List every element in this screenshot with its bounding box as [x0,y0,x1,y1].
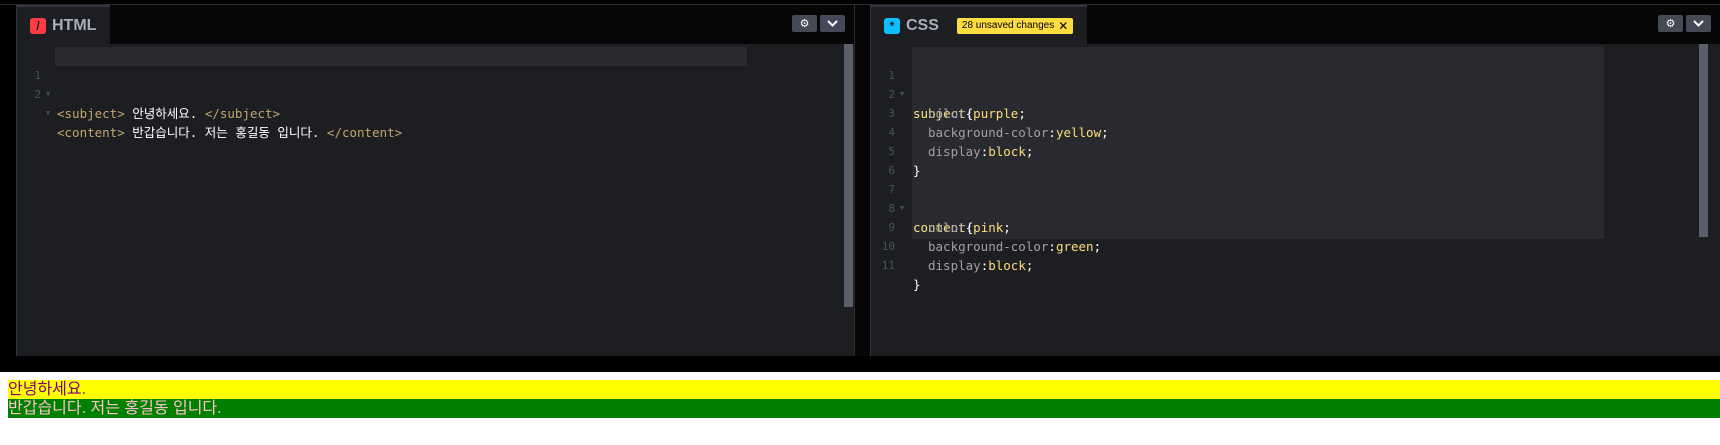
chevron-down-icon [1693,20,1704,27]
fold-arrow-icon[interactable]: ▼ [46,104,50,123]
close-tag: </subject> [204,106,281,121]
unsaved-changes-label: 28 unsaved changes [961,20,1055,31]
code-line: 6 [871,142,1720,177]
code-line: 5 } [871,123,1720,178]
code-line: 1 ▼ subject{ [871,47,1720,121]
code-line: 1 ▼ <subject> 안녕하세요. </subject> [17,47,855,121]
preview-subject: 안녕하세요. [8,380,1720,399]
css-editor-pane: * CSS 28 unsaved changes ✕ ⚙ 1 ▼ subject… [870,5,1720,356]
code-line: 4 display:block; [871,104,1720,159]
html-pane-header: / HTML ⚙ [17,5,855,44]
css-tab[interactable]: * CSS 28 unsaved changes ✕ [871,5,1088,44]
code-line: 10 display:block; [871,218,1720,273]
editor-area: / HTML ⚙ 1 ▼ <subject> 안녕하세요. </subject>… [0,0,1720,356]
pane-resize-handle[interactable] [854,5,871,356]
html-vertical-scrollbar[interactable] [844,44,853,307]
css-asterisk-icon: * [884,17,900,34]
css-code-editor[interactable]: 1 ▼ subject{ 2 color:purple; 3 backgroun… [871,44,1720,356]
css-settings-button[interactable]: ⚙ [1658,15,1683,32]
chevron-down-icon [827,20,838,27]
code-line: 9 background-color:green; [871,199,1720,254]
css-tab-label: CSS [906,16,939,34]
html-tab[interactable]: / HTML [17,5,111,44]
html-code-editor[interactable]: 1 ▼ <subject> 안녕하세요. </subject> 2 ▼ <con… [17,44,855,356]
html-editor-pane: / HTML ⚙ 1 ▼ <subject> 안녕하세요. </subject>… [16,5,855,356]
css-collapse-button[interactable] [1686,15,1711,32]
css-brace: } [913,277,921,292]
css-value: block [988,258,1026,273]
gear-icon: ⚙ [799,18,810,30]
close-icon[interactable]: ✕ [1058,20,1068,32]
preview-resize-bar[interactable] [0,356,1720,372]
css-pane-header: * CSS 28 unsaved changes ✕ ⚙ [871,5,1720,44]
tag-text: 안녕하세요. [124,106,205,121]
open-tag: <content> [57,125,125,140]
html-tab-label: HTML [52,16,97,34]
html-slash-icon: / [30,17,46,34]
html-settings-button[interactable]: ⚙ [792,15,817,32]
code-line: 7 ▼ content{ [871,161,1720,235]
gear-icon: ⚙ [1665,18,1676,30]
css-vertical-scrollbar[interactable] [1699,44,1708,237]
unsaved-changes-badge[interactable]: 28 unsaved changes ✕ [956,17,1074,34]
tag-text: 반갑습니다. 저는 홍길동 입니다. [124,125,327,140]
code-line: 8 color:pink; [871,180,1720,235]
html-collapse-button[interactable] [820,15,845,32]
preview-content: 반갑습니다. 저는 홍길동 입니다. [8,399,1720,418]
line-number: 11 [881,259,895,272]
result-preview: 안녕하세요. 반갑습니다. 저는 홍길동 입니다. [0,372,1720,445]
code-line: 2 color:purple; [871,66,1720,121]
css-property: display [928,258,981,273]
code-line: 3 background-color:yellow; [871,85,1720,140]
code-line: 11 } [871,237,1720,292]
close-tag: </content> [326,125,403,140]
line-number: 2 [34,88,41,101]
code-line: 2 ▼ <content> 반갑습니다. 저는 홍길동 입니다. </conte… [17,66,855,140]
